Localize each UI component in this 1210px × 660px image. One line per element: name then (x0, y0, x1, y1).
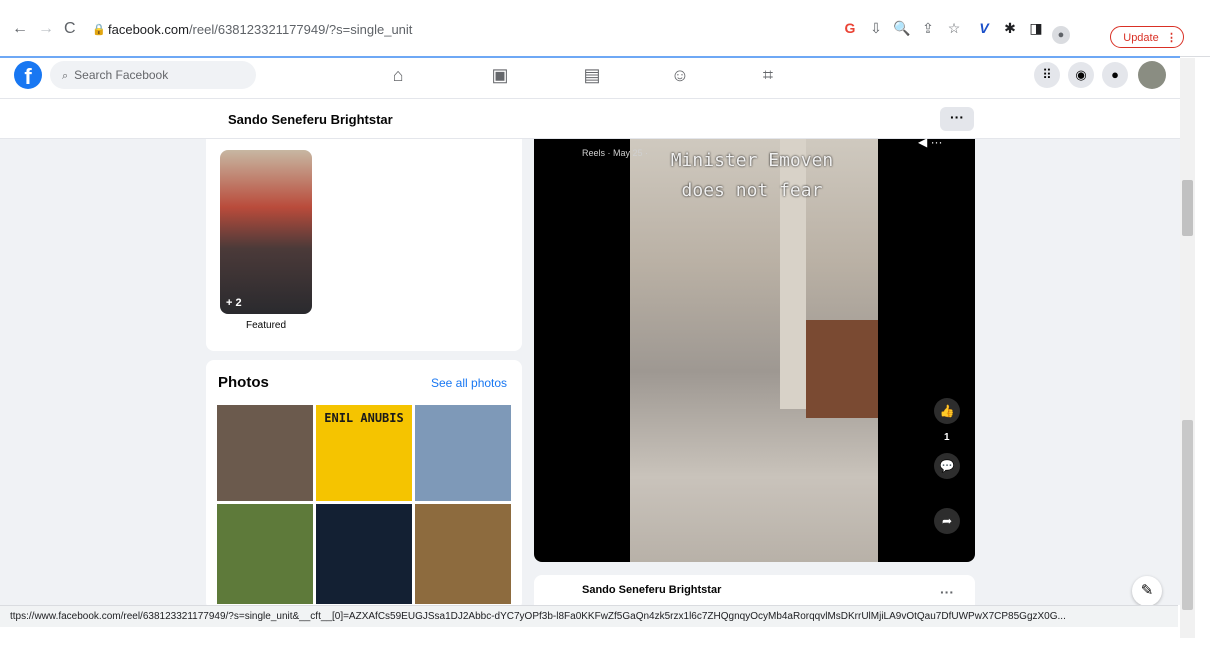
zoom-icon[interactable]: 🔍 (892, 18, 912, 38)
scrollbar-thumb[interactable] (1182, 180, 1193, 236)
scrollbar-thumb-lower[interactable] (1182, 420, 1193, 610)
share-icon[interactable]: ⇪ (918, 18, 938, 38)
reel-video-counter (806, 320, 878, 418)
photos-title: Photos (218, 374, 269, 391)
back-icon[interactable]: ← (12, 20, 28, 38)
like-icon[interactable]: 👍 (934, 398, 960, 424)
sidepanel-icon[interactable]: ◨ (1026, 18, 1046, 38)
like-count: 1 (944, 432, 950, 443)
page-header (0, 100, 1180, 139)
featured-thumbnail[interactable] (220, 150, 312, 314)
address-bar[interactable]: facebook.com/reel/638123321177949/?s=sin… (108, 22, 848, 37)
photo-tshirt[interactable] (217, 405, 313, 501)
post-more-button[interactable]: ··· (940, 584, 954, 600)
extensions-icon[interactable]: ✱ (1000, 18, 1020, 38)
compose-message-icon[interactable]: ✎ (1132, 576, 1162, 606)
groups-icon[interactable]: ☺ (668, 64, 692, 86)
photo-text: ENIL ANUBIS (324, 411, 404, 425)
update-label: Update (1123, 32, 1159, 44)
messenger-icon[interactable]: ◉ (1068, 62, 1094, 88)
gaming-icon[interactable]: ⌗ (756, 64, 780, 86)
comment-icon[interactable]: 💬 (934, 453, 960, 479)
search-icon: ⌕ (62, 70, 69, 82)
featured-label: Featured (246, 320, 287, 331)
reel-caption: Minister Emoven does not fear (634, 146, 870, 206)
post-author[interactable]: Sando Seneferu Brightstar (582, 584, 721, 596)
mute-icon[interactable]: ◀ ··· (918, 135, 943, 149)
search-placeholder: Search Facebook (74, 68, 169, 82)
home-icon[interactable]: ⌂ (386, 64, 410, 86)
forward-icon[interactable]: → (38, 20, 54, 38)
reel-caption-line: Minister Emoven (670, 150, 834, 171)
reel-caption-line: does not fear (681, 180, 823, 201)
see-all-photos-link[interactable]: See all photos (431, 376, 507, 390)
notifications-icon[interactable]: ● (1102, 62, 1128, 88)
featured-count: + 2 (226, 297, 242, 309)
account-avatar[interactable] (1138, 61, 1166, 89)
update-button[interactable]: Update ⋮ (1110, 26, 1184, 48)
photo-field[interactable] (217, 504, 313, 604)
install-icon[interactable]: ⇩ (866, 18, 886, 38)
photo-anubis[interactable]: ENIL ANUBIS (316, 405, 412, 501)
watch-icon[interactable]: ▣ (488, 64, 512, 86)
photo-ceremony[interactable] (415, 504, 511, 604)
google-icon[interactable]: G (840, 18, 860, 38)
vimeo-icon[interactable]: V (974, 18, 994, 38)
facebook-logo-icon[interactable]: f (14, 61, 42, 89)
star-icon[interactable]: ☆ (944, 18, 964, 38)
photo-statue[interactable] (415, 405, 511, 501)
search-input[interactable]: ⌕ Search Facebook (50, 61, 256, 89)
url-host: facebook.com (108, 22, 189, 37)
kebab-icon: ⋮ (1166, 32, 1177, 44)
share-reel-icon[interactable]: ➦ (934, 508, 960, 534)
lock-icon[interactable]: 🔒 (92, 23, 106, 36)
page-more-button[interactable]: ··· (940, 107, 974, 131)
menu-grid-icon[interactable]: ⠿ (1034, 62, 1060, 88)
reload-icon[interactable]: C (64, 20, 76, 38)
page-title: Sando Seneferu Brightstar (228, 112, 393, 127)
profile-icon[interactable]: ● (1052, 26, 1070, 44)
photo-dark[interactable] (316, 504, 412, 604)
status-url: ttps://www.facebook.com/reel/63812332117… (0, 605, 1178, 627)
marketplace-icon[interactable]: ▤ (580, 64, 604, 86)
url-path: /reel/638123321177949/?s=single_unit (188, 22, 413, 37)
